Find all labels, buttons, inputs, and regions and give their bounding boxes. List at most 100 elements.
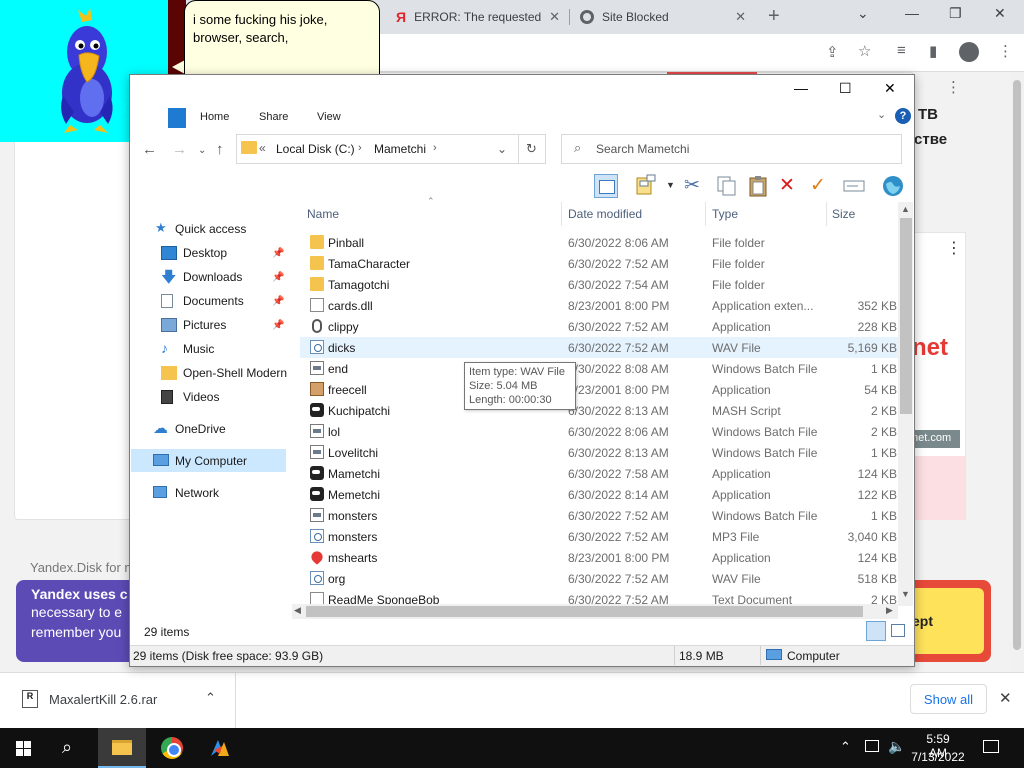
- table-row[interactable]: TamaCharacter 6/30/2022 7:52 AM File folde…: [300, 253, 898, 274]
- table-row[interactable]: monsters 6/30/2022 7:52 AM MP3 File 3,040 K…: [300, 526, 898, 547]
- delete-icon[interactable]: ✕: [779, 174, 795, 198]
- table-row[interactable]: mshearts 8/23/2001 8:00 PM Application 124 …: [300, 547, 898, 568]
- table-row[interactable]: clippy 6/30/2022 7:52 AM Application 228 KB: [300, 316, 898, 337]
- preview-pane-icon[interactable]: [594, 174, 618, 198]
- up-arrow-icon[interactable]: ↑: [216, 141, 224, 158]
- rename-icon[interactable]: [842, 174, 866, 198]
- recent-locations-icon[interactable]: ⌄: [198, 145, 206, 156]
- column-divider[interactable]: [826, 202, 827, 226]
- horizontal-scrollbar-thumb[interactable]: [306, 606, 863, 617]
- address-prefix[interactable]: «: [259, 141, 266, 155]
- close-icon[interactable]: ✕: [735, 9, 746, 25]
- search-icon[interactable]: ⌕: [62, 737, 72, 758]
- column-divider[interactable]: [705, 202, 706, 226]
- tab-home[interactable]: Home: [200, 111, 229, 123]
- table-row[interactable]: org 6/30/2022 7:52 AM WAV File 518 KB: [300, 568, 898, 589]
- large-icons-view-icon[interactable]: [891, 624, 905, 637]
- pin-icon[interactable]: 📌: [272, 320, 284, 331]
- paste-icon[interactable]: [746, 174, 770, 198]
- views-dropdown-icon[interactable]: ▼: [666, 180, 675, 190]
- file-type: Application: [712, 467, 771, 481]
- profile-avatar-icon[interactable]: [959, 42, 979, 62]
- share-icon[interactable]: ⇪: [826, 43, 839, 61]
- cut-icon[interactable]: ✂: [684, 174, 700, 198]
- properties-check-icon[interactable]: ✓: [810, 174, 826, 198]
- table-row[interactable]: Pinball 6/30/2022 8:06 AM File folder: [300, 232, 898, 253]
- help-icon[interactable]: ?: [895, 108, 911, 124]
- show-all-button[interactable]: Show all: [910, 684, 987, 714]
- table-row[interactable]: freecell 8/23/2001 8:00 PM Application 54 K…: [300, 379, 898, 400]
- pin-icon[interactable]: 📌: [272, 272, 284, 283]
- tray-chevron-up-icon[interactable]: ⌃: [840, 739, 851, 755]
- chevron-right-icon[interactable]: ›: [433, 142, 437, 154]
- forward-arrow-icon[interactable]: →: [172, 141, 187, 158]
- restore-icon[interactable]: ❐: [949, 5, 962, 22]
- maximize-icon[interactable]: ☐: [839, 80, 852, 97]
- minimize-icon[interactable]: —: [794, 80, 808, 96]
- table-row[interactable]: Mametchi 6/30/2022 7:58 AM Application 124 …: [300, 463, 898, 484]
- table-row[interactable]: Tamagotchi 6/30/2022 7:54 AM File folder: [300, 274, 898, 295]
- notifications-icon[interactable]: [983, 740, 999, 753]
- scroll-left-icon[interactable]: ◀: [294, 605, 301, 616]
- pin-icon[interactable]: 📌: [272, 248, 284, 259]
- table-row[interactable]: end 6/30/2022 8:08 AM Windows Batch File 1 …: [300, 358, 898, 379]
- table-row[interactable]: lol 6/30/2022 8:06 AM Windows Batch File 2 …: [300, 421, 898, 442]
- volume-icon[interactable]: 🔈: [888, 738, 905, 755]
- chevron-up-icon[interactable]: ⌃: [205, 690, 216, 706]
- close-icon[interactable]: ✕: [994, 5, 1006, 22]
- close-icon[interactable]: ✕: [999, 689, 1012, 707]
- reading-list-icon[interactable]: ≡: [897, 42, 906, 59]
- bonzi-app-icon[interactable]: [208, 736, 232, 760]
- chevron-right-icon[interactable]: ›: [358, 142, 362, 154]
- table-row[interactable]: monsters 6/30/2022 7:52 AM Windows Batch F…: [300, 505, 898, 526]
- browser-tab-site-blocked[interactable]: Site Blocked ✕: [572, 0, 754, 34]
- accept-cookies-button[interactable]: ept: [912, 588, 984, 654]
- chevron-down-icon[interactable]: ⌄: [497, 142, 507, 156]
- table-row[interactable]: Lovelitchi 6/30/2022 8:13 AM Windows Batch…: [300, 442, 898, 463]
- network-tray-icon[interactable]: [865, 740, 879, 752]
- network-globe-icon[interactable]: [881, 174, 905, 198]
- scroll-right-icon[interactable]: ▶: [886, 605, 893, 616]
- clock-date[interactable]: 7/13/2022: [910, 750, 966, 764]
- copy-icon[interactable]: [715, 174, 739, 198]
- table-row[interactable]: Kuchipatchi 6/30/2022 8:13 AM MASH Script 2…: [300, 400, 898, 421]
- search-input[interactable]: [596, 138, 896, 160]
- cookie-title: Yandex uses c: [31, 586, 128, 602]
- more-menu-icon[interactable]: ⋮: [998, 42, 1013, 60]
- new-tab-icon[interactable]: +: [768, 5, 780, 28]
- vertical-scrollbar-thumb[interactable]: [900, 218, 912, 414]
- chrome-icon[interactable]: [161, 737, 183, 759]
- minimize-icon[interactable]: —: [905, 5, 919, 21]
- tab-share[interactable]: Share: [259, 111, 288, 123]
- table-row[interactable]: Memetchi 6/30/2022 8:14 AM Application 122 …: [300, 484, 898, 505]
- bookmark-star-icon[interactable]: ☆: [858, 42, 871, 60]
- column-header-date[interactable]: Date modified: [568, 207, 642, 221]
- column-header-size[interactable]: Size: [832, 207, 855, 221]
- browser-tab-error[interactable]: Я ERROR: The requested ✕: [388, 0, 568, 34]
- breadcrumb-mametchi[interactable]: Mametchi: [374, 142, 426, 156]
- table-row[interactable]: ReadMe SpongeBob 6/30/2022 7:52 AM Text Do…: [300, 589, 898, 604]
- details-view-icon[interactable]: [866, 621, 886, 641]
- column-header-name[interactable]: Name: [307, 207, 339, 221]
- tab-view[interactable]: View: [317, 111, 341, 123]
- views-icon[interactable]: [635, 174, 659, 198]
- close-icon[interactable]: ✕: [549, 9, 560, 25]
- tab-search-chevron-icon[interactable]: ⌄: [857, 5, 869, 22]
- table-row[interactable]: dicks 6/30/2022 7:52 AM WAV File 5,169 KB: [300, 337, 898, 358]
- scroll-up-icon[interactable]: ▲: [901, 204, 910, 214]
- column-divider[interactable]: [561, 202, 562, 226]
- close-icon[interactable]: ✕: [884, 80, 896, 97]
- page-more-icon[interactable]: ⋮: [946, 78, 961, 96]
- ad-more-icon[interactable]: ⋮: [946, 238, 962, 258]
- pin-icon[interactable]: 📌: [272, 296, 284, 307]
- side-panel-icon[interactable]: ▮: [929, 42, 937, 60]
- scroll-down-icon[interactable]: ▼: [901, 589, 910, 599]
- back-arrow-icon[interactable]: ←: [142, 141, 157, 158]
- breadcrumb-local-disk[interactable]: Local Disk (C:): [276, 142, 355, 156]
- table-row[interactable]: cards.dll 8/23/2001 8:00 PM Application ex…: [300, 295, 898, 316]
- audio-file-icon: [310, 340, 324, 354]
- column-header-type[interactable]: Type: [712, 207, 738, 221]
- ribbon-file-tab[interactable]: [168, 108, 186, 128]
- expand-ribbon-icon[interactable]: ⌄: [877, 108, 886, 121]
- page-scrollbar-thumb[interactable]: [1013, 80, 1021, 650]
